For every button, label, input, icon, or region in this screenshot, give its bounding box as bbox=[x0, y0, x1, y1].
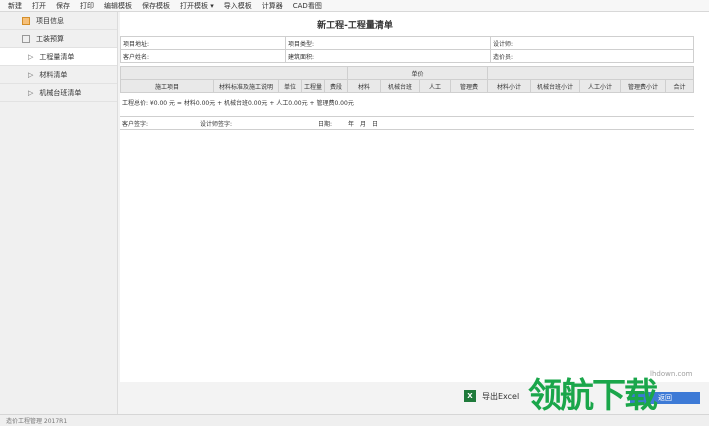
grid-empty-header bbox=[120, 66, 348, 80]
sidebar-item-budget[interactable]: 工装预算 bbox=[0, 30, 117, 48]
column-header: 管理费小计 bbox=[620, 79, 666, 93]
sidebar-item-label: 项目信息 bbox=[36, 16, 64, 25]
status-text: 造价工程管理 2017R1 bbox=[6, 418, 68, 425]
date-month-label: 月 bbox=[360, 120, 367, 128]
arrow-icon: ▷ bbox=[28, 52, 34, 61]
customer-signature-label: 客户签字: bbox=[122, 120, 149, 128]
column-header: 费段 bbox=[324, 79, 348, 93]
column-header: 施工项目 bbox=[120, 79, 214, 93]
document-panel: 新工程-工程量清单 项目地址: 项目类型: 设计师: 客户姓名: 建筑面积: 造… bbox=[120, 12, 709, 382]
column-header: 单位 bbox=[278, 79, 302, 93]
customer-name-field[interactable]: 客户姓名: bbox=[120, 49, 286, 63]
date-label: 日期: bbox=[318, 120, 333, 128]
signature-row: 客户签字: 设计师签字: 日期: 年 月 日 bbox=[120, 116, 694, 130]
page-title: 新工程-工程量清单 bbox=[317, 21, 393, 31]
project-type-field[interactable]: 项目类型: bbox=[285, 36, 491, 50]
checkbox-icon bbox=[22, 34, 30, 43]
date-year-label: 年 bbox=[348, 120, 355, 128]
toolbar-calculator-button[interactable]: 计算器 bbox=[262, 1, 283, 11]
arrow-icon: ▷ bbox=[28, 70, 34, 79]
sidebar: 项目信息 工装预算 ▷ 工程量清单 ▷ 材料清单 ▷ 机械台班清单 bbox=[0, 12, 118, 414]
quantity-grid: 单价 施工项目 材料标准及施工说明 单位 工程量 费段 材料 机械台班 人工 管… bbox=[120, 66, 694, 93]
toolbar-save-template-button[interactable]: 保存模板 bbox=[142, 1, 170, 11]
grid-empty-header-right bbox=[487, 66, 694, 80]
bottom-actions: X 导出Excel 返回 bbox=[120, 382, 709, 414]
designer-signature-label: 设计师签字: bbox=[200, 120, 233, 128]
document-icon bbox=[22, 16, 30, 25]
sidebar-item-label: 工程量清单 bbox=[39, 52, 75, 61]
column-header: 人工 bbox=[419, 79, 451, 93]
building-area-field[interactable]: 建筑面积: bbox=[285, 49, 491, 63]
column-header: 机械台班小计 bbox=[530, 79, 580, 93]
sidebar-item-project-info[interactable]: 项目信息 bbox=[0, 12, 117, 30]
return-button[interactable]: 返回 bbox=[630, 392, 700, 404]
date-day-label: 日 bbox=[372, 120, 379, 128]
column-header: 材料 bbox=[347, 79, 381, 93]
column-header: 人工小计 bbox=[579, 79, 621, 93]
project-info-table: 项目地址: 项目类型: 设计师: 客户姓名: 建筑面积: 造价员: bbox=[120, 36, 694, 63]
toolbar-print-button[interactable]: 打印 bbox=[80, 1, 94, 11]
sidebar-item-materials[interactable]: ▷ 材料清单 bbox=[0, 66, 117, 84]
designer-field[interactable]: 设计师: bbox=[490, 36, 694, 50]
toolbar-open-template-dropdown[interactable]: 打开模板 ▾ bbox=[180, 1, 214, 11]
toolbar-cad-viewer-button[interactable]: CAD看图 bbox=[293, 1, 322, 11]
status-bar: 造价工程管理 2017R1 bbox=[0, 414, 709, 426]
grid-group-header-unit-price: 单价 bbox=[347, 66, 488, 80]
cost-estimator-field[interactable]: 造价员: bbox=[490, 49, 694, 63]
toolbar-import-template-button[interactable]: 导入模板 bbox=[224, 1, 252, 11]
export-excel-button[interactable]: X 导出Excel bbox=[464, 390, 519, 402]
sidebar-item-label: 机械台班清单 bbox=[39, 88, 82, 97]
sidebar-item-bill-of-quantities[interactable]: ▷ 工程量清单 bbox=[0, 48, 117, 66]
excel-icon: X bbox=[464, 390, 476, 402]
toolbar: 新建 打开 保存 打印 编辑模板 保存模板 打开模板 ▾ 导入模板 计算器 CA… bbox=[0, 0, 709, 12]
export-excel-label: 导出Excel bbox=[482, 391, 520, 401]
project-address-field[interactable]: 项目地址: bbox=[120, 36, 286, 50]
column-header: 材料小计 bbox=[487, 79, 531, 93]
column-header: 工程量 bbox=[301, 79, 325, 93]
arrow-icon: ▷ bbox=[28, 88, 34, 97]
sidebar-item-label: 材料清单 bbox=[39, 70, 68, 79]
column-header: 管理费 bbox=[450, 79, 488, 93]
toolbar-edit-template-button[interactable]: 编辑模板 bbox=[104, 1, 132, 11]
toolbar-new-button[interactable]: 新建 bbox=[8, 1, 22, 11]
column-header: 材料标准及施工说明 bbox=[213, 79, 279, 93]
toolbar-save-button[interactable]: 保存 bbox=[56, 1, 70, 11]
total-price-summary: 工程总价: ¥0.00 元 = 材料0.00元 + 机械台班0.00元 + 人工… bbox=[122, 100, 354, 107]
sidebar-item-machinery[interactable]: ▷ 机械台班清单 bbox=[0, 84, 117, 102]
column-header: 合计 bbox=[665, 79, 694, 93]
toolbar-open-button[interactable]: 打开 bbox=[32, 1, 46, 11]
sidebar-item-label: 工装预算 bbox=[36, 34, 64, 43]
column-header: 机械台班 bbox=[380, 79, 420, 93]
